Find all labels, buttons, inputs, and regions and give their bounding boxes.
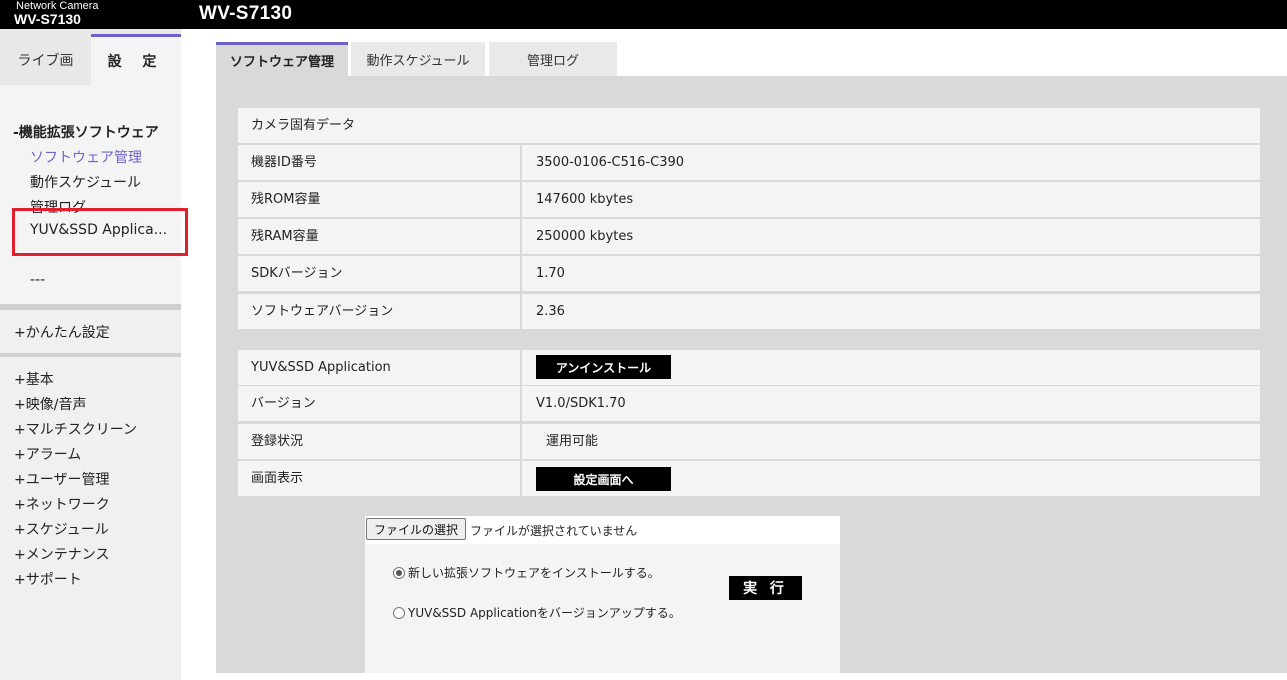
- sidebar-item-user-management[interactable]: +ユーザー管理: [14, 469, 109, 489]
- tab-software-management[interactable]: ソフトウェア管理: [216, 42, 348, 76]
- live-view-tab[interactable]: ライブ画: [0, 34, 91, 85]
- row-value-status: 運用可能: [520, 424, 1260, 459]
- execute-button[interactable]: 実 行: [729, 576, 802, 600]
- app-row: YUV&SSD Application: [238, 350, 1260, 385]
- table-row: 残ROM容量 147600 kbytes: [238, 182, 1260, 217]
- extension-software-section: -機能拡張ソフトウェア ソフトウェア管理 動作スケジュール 管理ログ YUV&S…: [0, 85, 181, 304]
- table-row: バージョン V1.0/SDK1.70: [238, 386, 1260, 421]
- option-new-install-label: 新しい拡張ソフトウェアをインストールする。: [408, 566, 660, 580]
- uninstall-button[interactable]: アンインストール: [536, 355, 671, 379]
- row-value-ram: 250000 kbytes: [520, 219, 1260, 254]
- row-label-display: 画面表示: [251, 471, 304, 486]
- table-row: SDKバージョン 1.70: [238, 256, 1260, 291]
- sidebar-item-schedule-main[interactable]: +スケジュール: [14, 519, 109, 539]
- row-label-software-version: ソフトウェアバージョン: [251, 304, 394, 319]
- row-label-ram: 残RAM容量: [251, 229, 319, 244]
- camera-data-heading: カメラ固有データ: [251, 118, 356, 133]
- row-label-status: 登録状況: [251, 434, 304, 449]
- tab-operation-schedule[interactable]: 動作スケジュール: [351, 42, 485, 76]
- sidebar-item-network[interactable]: +ネットワーク: [14, 494, 110, 514]
- sidebar-item-multiscreen[interactable]: +マルチスクリーン: [14, 419, 137, 439]
- sidebar-item-easy-setup[interactable]: +かんたん設定: [14, 322, 110, 342]
- brand-model: WV-S7130: [14, 11, 81, 27]
- row-value-rom: 147600 kbytes: [520, 182, 1260, 217]
- row-value-device-id: 3500-0106-C516-C390: [520, 145, 1260, 180]
- radio-new-install[interactable]: [393, 566, 405, 579]
- row-value-software-version: 2.36: [520, 294, 1260, 329]
- table-row: 機器ID番号 3500-0106-C516-C390: [238, 145, 1260, 180]
- row-label-version: バージョン: [251, 396, 316, 411]
- row-label-sdk: SDKバージョン: [251, 266, 343, 281]
- sidebar-item-alarm[interactable]: +アラーム: [14, 444, 81, 464]
- sidebar-item-video-audio[interactable]: +映像/音声: [14, 394, 86, 414]
- sidebar-item-software-management[interactable]: ソフトウェア管理: [30, 147, 142, 167]
- sidebar: ライブ画 設 定 -機能拡張ソフトウェア ソフトウェア管理 動作スケジュール 管…: [0, 29, 181, 680]
- sidebar-item-support[interactable]: +サポート: [14, 569, 82, 589]
- highlight-box-sidebar: [12, 208, 188, 256]
- table-row: 画面表示: [238, 461, 1260, 496]
- sidebar-item-basic[interactable]: +基本: [14, 369, 54, 389]
- mode-tabs: ライブ画 設 定: [0, 34, 181, 85]
- sidebar-item-schedule[interactable]: 動作スケジュール: [30, 172, 141, 192]
- row-label-device-id: 機器ID番号: [251, 155, 317, 170]
- radio-upgrade[interactable]: [393, 606, 405, 619]
- option-upgrade-label: YUV&SSD Applicationをバージョンアップする。: [408, 606, 681, 620]
- row-label-rom: 残ROM容量: [251, 192, 321, 207]
- table-row: ソフトウェアバージョン 2.36: [238, 294, 1260, 329]
- setup-tab[interactable]: 設 定: [91, 34, 181, 85]
- option-new-install[interactable]: 新しい拡張ソフトウェアをインストールする。: [393, 564, 660, 581]
- header-bar: Network Camera WV-S7130 WV-S7130: [0, 0, 1287, 29]
- settings-screen-button[interactable]: 設定画面へ: [536, 467, 671, 491]
- choose-file-button[interactable]: ファイルの選択: [366, 518, 466, 540]
- page-title: WV-S7130: [199, 3, 293, 24]
- camera-data-heading-row: カメラ固有データ: [238, 108, 1260, 143]
- file-chooser: ファイルの選択 ファイルが選択されていません: [365, 516, 840, 544]
- row-value-sdk: 1.70: [520, 256, 1260, 291]
- sidebar-item-maintenance[interactable]: +メンテナンス: [14, 544, 109, 564]
- table-row: 登録状況 運用可能: [238, 424, 1260, 459]
- row-value-version: V1.0/SDK1.70: [520, 386, 1260, 421]
- file-status-text: ファイルが選択されていません: [470, 524, 638, 538]
- extension-software-heading[interactable]: -機能拡張ソフトウェア: [13, 122, 159, 142]
- table-row: 残RAM容量 250000 kbytes: [238, 219, 1260, 254]
- easy-setup-section: +かんたん設定: [0, 310, 181, 353]
- settings-menu: +基本 +映像/音声 +マルチスクリーン +アラーム +ユーザー管理 +ネットワ…: [0, 357, 181, 680]
- option-upgrade[interactable]: YUV&SSD Applicationをバージョンアップする。: [393, 604, 681, 621]
- app-name: YUV&SSD Application: [251, 360, 391, 375]
- sidebar-item-empty-2: ---: [30, 272, 46, 288]
- tab-management-log[interactable]: 管理ログ: [489, 42, 617, 76]
